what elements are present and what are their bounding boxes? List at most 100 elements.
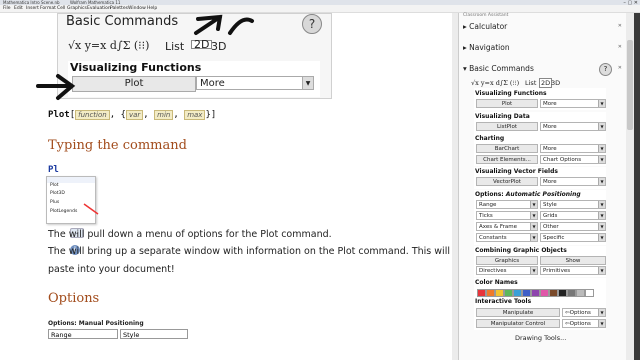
chevron-down-icon: ▼	[598, 267, 605, 274]
group-title: Options: Automatic Positioning	[475, 191, 581, 198]
palette-title: Basic Commands	[66, 14, 179, 29]
arg-placeholder[interactable]: min	[154, 110, 174, 120]
group-title-italic: Automatic Positioning	[505, 191, 581, 198]
group-title: Visualizing Data	[475, 113, 530, 120]
range-select[interactable]: Range ▼	[476, 200, 538, 209]
more-select[interactable]: More ▼	[540, 144, 606, 153]
annotation-arrow-icon	[194, 14, 254, 35]
chart-elements-button[interactable]: Chart Elements...	[476, 155, 538, 164]
tab-3d[interactable]: 3D	[551, 79, 560, 87]
color-swatch[interactable]	[477, 289, 486, 297]
menu-help[interactable]: Help	[147, 6, 157, 11]
group-title-text: Options:	[475, 191, 504, 198]
select-label: More	[543, 179, 557, 185]
annotation-stroke-icon	[83, 203, 99, 215]
panel-scrollbar-thumb[interactable]	[627, 40, 633, 130]
select-label: Primitives	[543, 268, 571, 274]
select-label: Axes & Frame	[479, 224, 518, 230]
section-title: Visualizing Functions	[70, 61, 202, 74]
chevron-down-icon: ▼	[530, 223, 537, 230]
menu-window[interactable]: Window	[128, 6, 146, 11]
symbol-tabs[interactable]: √x y=x d∫Σ (⁝⁝)	[471, 79, 519, 87]
more-select[interactable]: More ▼	[540, 122, 606, 131]
menu-cell[interactable]: Cell	[57, 6, 65, 11]
manipulator-control-button[interactable]: Manipulator Control	[476, 319, 560, 328]
axes-frame-select[interactable]: Axes & Frame ▼	[476, 222, 538, 231]
group-title: Color Names	[475, 279, 518, 286]
select-label: Range	[479, 202, 497, 208]
chevron-down-icon: ▼	[598, 309, 605, 316]
more-select[interactable]: More ▼	[540, 99, 606, 108]
directives-select[interactable]: Directives ▼	[476, 266, 538, 275]
arg-placeholder[interactable]: max	[184, 110, 206, 120]
manipulator-options-select[interactable]: ⇦Options ▼	[562, 319, 606, 328]
tab-3d: 3D	[211, 40, 227, 53]
chevron-down-icon: ▼	[598, 223, 605, 230]
select-label: Options	[569, 321, 591, 327]
autocomplete-item[interactable]: Plot3D	[47, 189, 95, 198]
style-select[interactable]: Style	[120, 329, 188, 339]
constants-select[interactable]: Constants ▼	[476, 233, 538, 242]
menu-edit[interactable]: Edit	[14, 6, 23, 11]
help-icon: ?	[302, 14, 322, 34]
plot-button[interactable]: Plot	[476, 99, 538, 108]
select-label: More	[543, 124, 557, 130]
paragraph: The will bring up a separate window with…	[48, 246, 450, 257]
chevron-down-icon: ▼	[530, 201, 537, 208]
color-swatch[interactable]	[585, 289, 594, 297]
manipulate-button[interactable]: Manipulate	[476, 308, 560, 317]
style-select[interactable]: Style ▼	[540, 200, 606, 209]
barchart-button[interactable]: BarChart	[476, 144, 538, 153]
select-label: Other	[543, 224, 559, 230]
section-heading: Typing the command	[48, 138, 187, 153]
color-swatch[interactable]	[486, 289, 495, 297]
color-swatch[interactable]	[495, 289, 504, 297]
color-swatch[interactable]	[513, 289, 522, 297]
primitives-select[interactable]: Primitives ▼	[540, 266, 606, 275]
section-calculator[interactable]: ▸ Calculator	[463, 22, 507, 31]
chevron-down-icon: ▼	[530, 212, 537, 219]
manipulate-options-select[interactable]: ⇦Options ▼	[562, 308, 606, 317]
color-swatch[interactable]	[576, 289, 585, 297]
grids-select[interactable]: Grids ▼	[540, 211, 606, 220]
show-button[interactable]: Show	[540, 256, 606, 265]
tab-list[interactable]: List	[525, 79, 536, 87]
group-title: Combining Graphic Objects	[475, 247, 567, 254]
help-icon[interactable]: ?	[599, 63, 612, 76]
color-swatch[interactable]	[549, 289, 558, 297]
range-select[interactable]: Range	[48, 329, 118, 339]
color-swatch[interactable]	[504, 289, 513, 297]
panel-title: Classroom Assistant	[463, 13, 509, 18]
color-swatch[interactable]	[567, 289, 576, 297]
close-icon[interactable]: ✕	[618, 65, 622, 71]
chart-options-select[interactable]: Chart Options ▼	[540, 155, 606, 164]
menu-file[interactable]: File	[3, 6, 11, 11]
color-swatch[interactable]	[531, 289, 540, 297]
graphics-button[interactable]: Graphics	[476, 256, 538, 265]
menu-palettes[interactable]: Palettes	[110, 6, 128, 11]
vectorplot-button[interactable]: VectorPlot	[476, 177, 538, 186]
section-basic-commands[interactable]: ▾ Basic Commands	[463, 64, 534, 73]
listplot-button[interactable]: ListPlot	[476, 122, 538, 131]
menu-insert[interactable]: Insert	[26, 6, 39, 11]
arg-placeholder[interactable]: function	[75, 110, 110, 120]
color-swatch[interactable]	[540, 289, 549, 297]
menu-evaluation[interactable]: Evaluation	[87, 6, 111, 11]
function-name: Plot	[48, 110, 70, 120]
drawing-tools-link[interactable]: Drawing Tools...	[515, 334, 566, 342]
other-select[interactable]: Other ▼	[540, 222, 606, 231]
menu-graphics[interactable]: Graphics	[67, 6, 87, 11]
menu-format[interactable]: Format	[40, 6, 56, 11]
close-icon[interactable]: ✕	[618, 23, 622, 29]
section-navigation[interactable]: ▸ Navigation	[463, 43, 510, 52]
specific-select[interactable]: Specific ▼	[540, 233, 606, 242]
ticks-select[interactable]: Ticks ▼	[476, 211, 538, 220]
input-cell[interactable]: Pl	[48, 165, 59, 175]
close-icon[interactable]: ✕	[618, 44, 622, 50]
color-swatch[interactable]	[522, 289, 531, 297]
color-swatch[interactable]	[558, 289, 567, 297]
chevron-down-icon: ▼	[598, 156, 605, 163]
arg-placeholder[interactable]: var	[125, 110, 144, 120]
chevron-down-icon: ▼	[598, 178, 605, 185]
more-select[interactable]: More ▼	[540, 177, 606, 186]
